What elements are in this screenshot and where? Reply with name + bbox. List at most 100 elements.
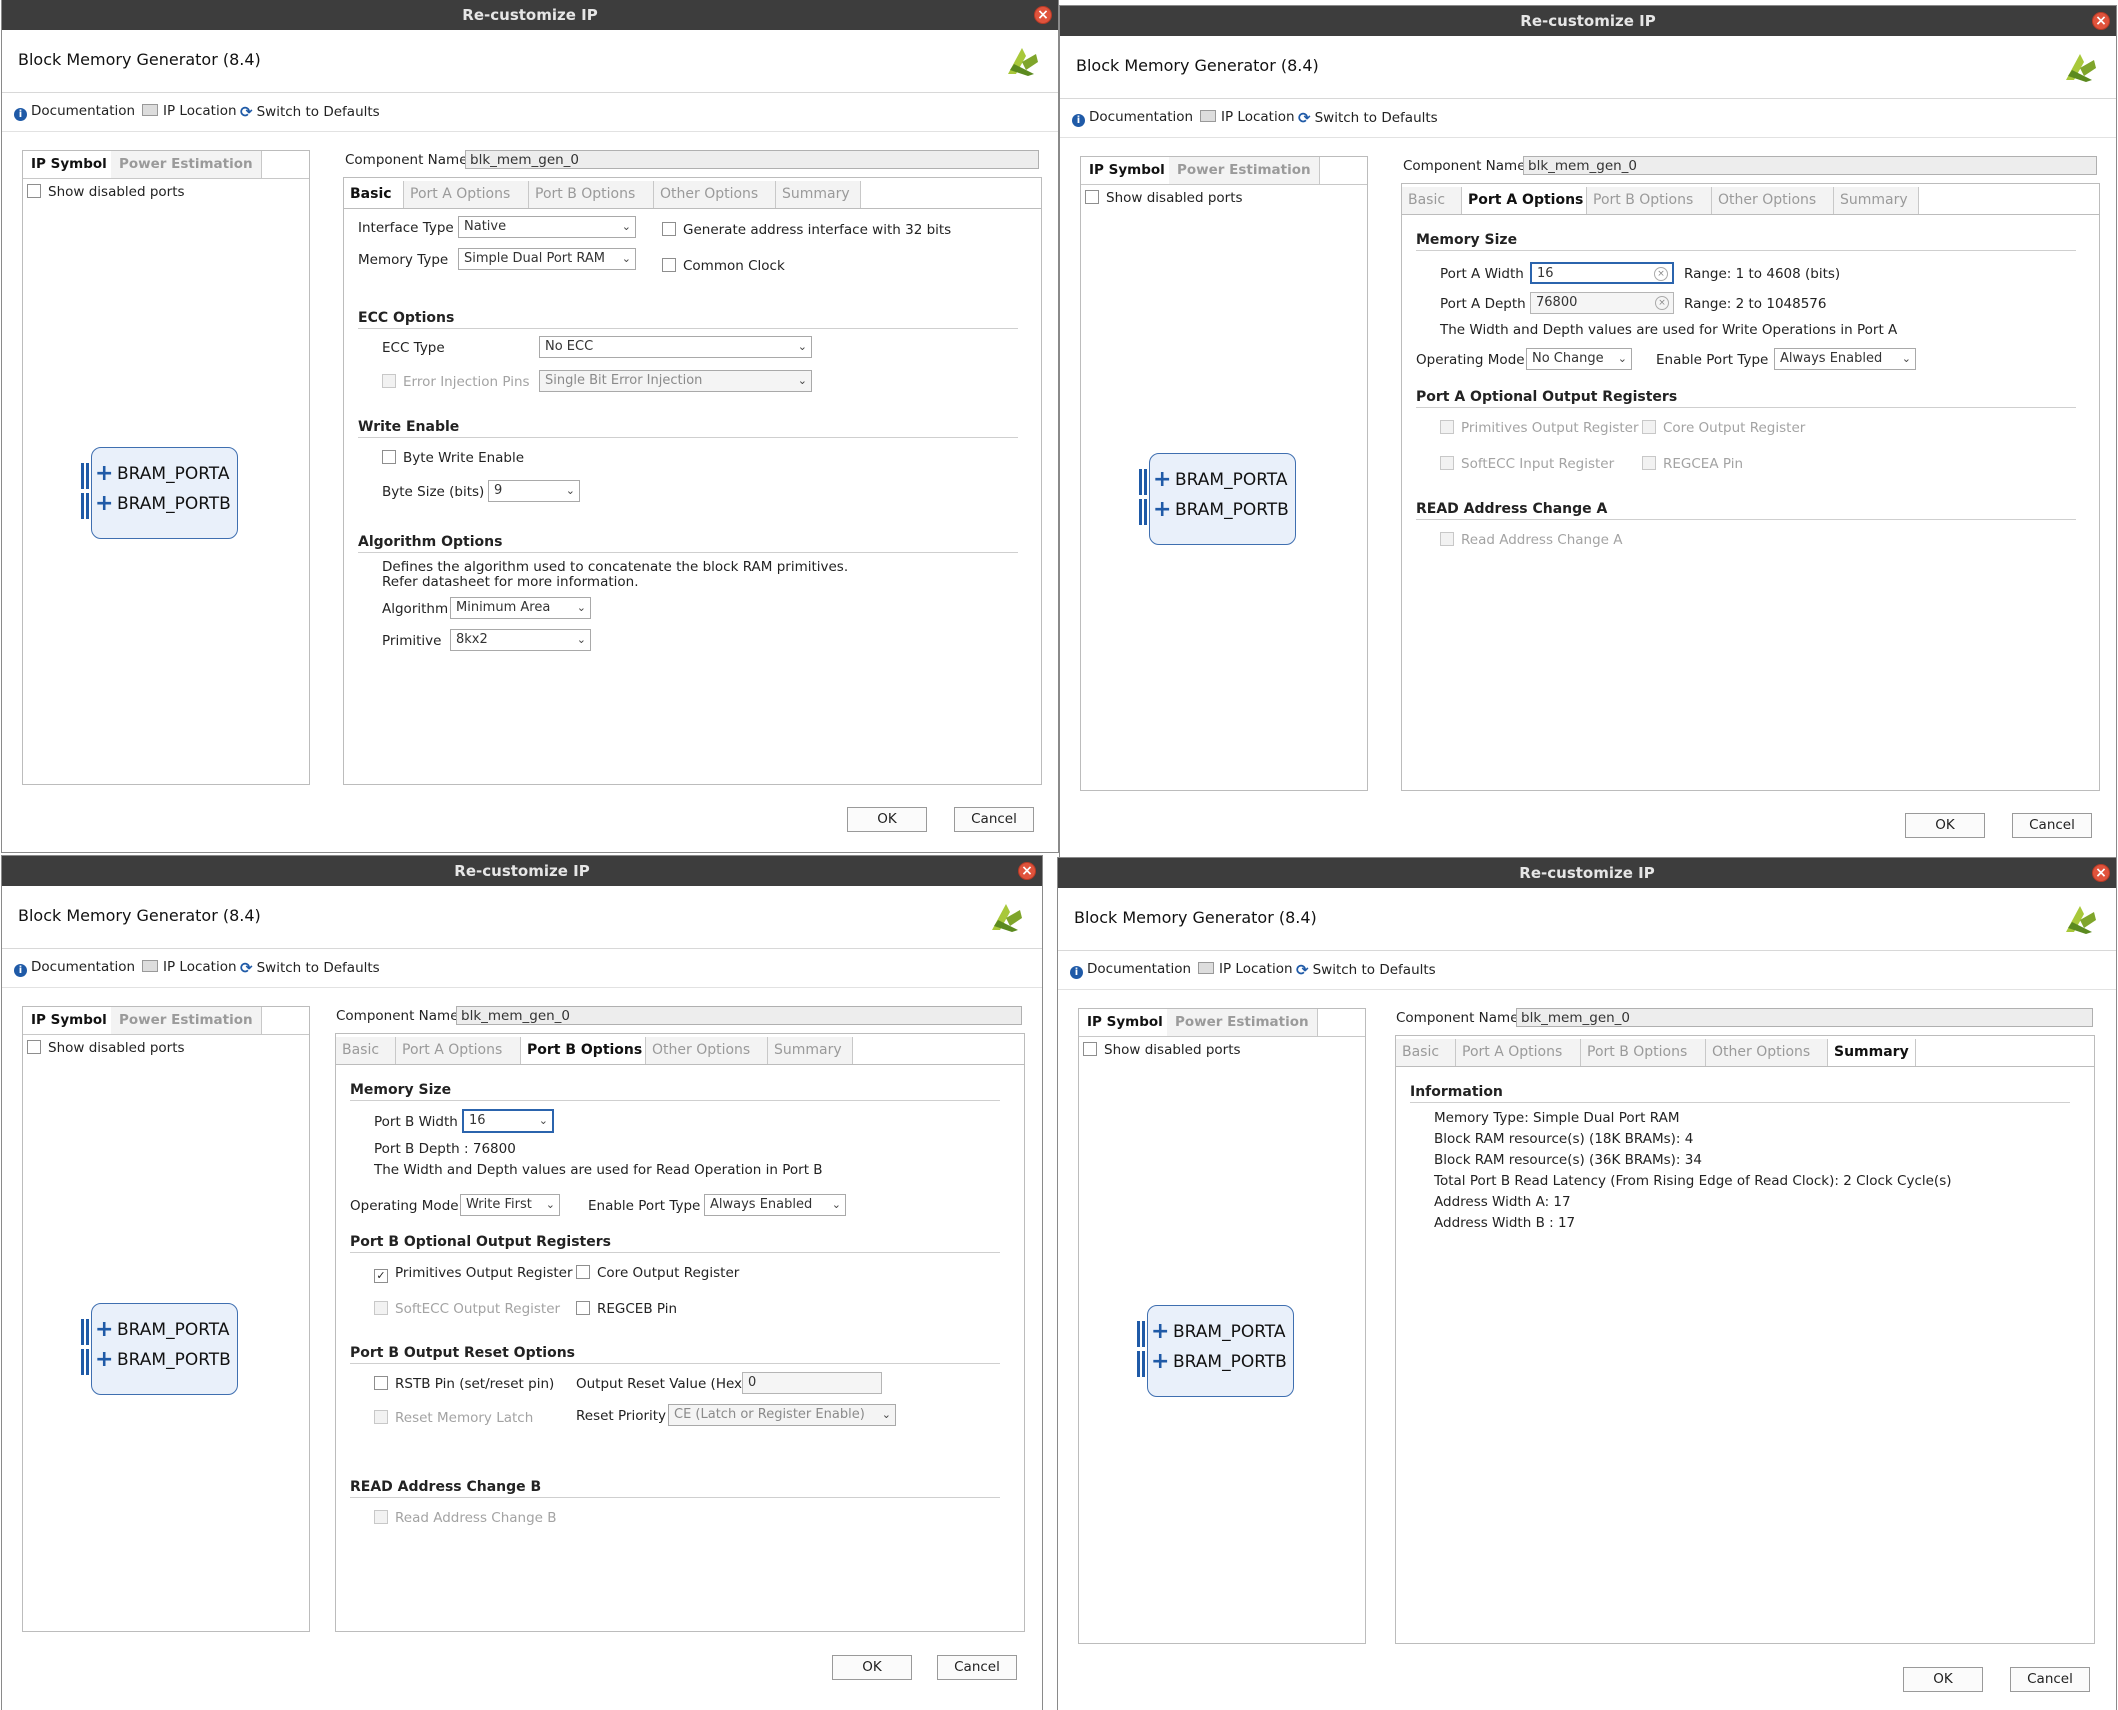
- checkbox-box[interactable]: [374, 1376, 388, 1390]
- show-disabled-ports-checkbox[interactable]: Show disabled ports: [27, 184, 185, 200]
- enable-port-type-select[interactable]: Always Enabled ⌄: [1774, 348, 1916, 370]
- checkbox-box[interactable]: [1440, 456, 1454, 470]
- cancel-button[interactable]: Cancel: [954, 807, 1034, 832]
- ip-location-button[interactable]: IP Location: [142, 103, 237, 119]
- tab-basic[interactable]: Basic: [1396, 1039, 1456, 1066]
- reset-priority-select[interactable]: CE (Latch or Register Enable) ⌄: [668, 1404, 896, 1426]
- port-a-width-input[interactable]: 16 ×: [1530, 262, 1674, 284]
- switch-defaults-button[interactable]: ⟳ Switch to Defaults: [1298, 109, 1438, 127]
- common-clock-checkbox[interactable]: Common Clock: [662, 258, 785, 274]
- show-disabled-ports-checkbox[interactable]: Show disabled ports: [27, 1040, 185, 1056]
- memory-type-select[interactable]: Simple Dual Port RAM ⌄: [458, 248, 636, 270]
- tab-port-a-options[interactable]: Port A Options: [1456, 1039, 1581, 1066]
- byte-write-enable-checkbox[interactable]: Byte Write Enable: [382, 450, 524, 466]
- byte-size-select[interactable]: 9 ⌄: [488, 480, 580, 502]
- primitive-select[interactable]: 8kx2 ⌄: [450, 629, 591, 651]
- softecc-output-register-checkbox[interactable]: SoftECC Output Register: [374, 1301, 560, 1317]
- tab-power-estimation[interactable]: Power Estimation: [111, 1007, 262, 1034]
- checkbox-box[interactable]: [576, 1301, 590, 1315]
- ip-location-button[interactable]: IP Location: [142, 959, 237, 975]
- checkbox-box[interactable]: [374, 1510, 388, 1524]
- show-disabled-ports-checkbox[interactable]: Show disabled ports: [1083, 1042, 1241, 1058]
- checkbox-checked-icon[interactable]: ✓: [374, 1269, 388, 1283]
- checkbox-box[interactable]: [1085, 190, 1099, 204]
- reset-memory-latch-checkbox[interactable]: Reset Memory Latch: [374, 1410, 533, 1426]
- ok-button[interactable]: OK: [1903, 1667, 1983, 1692]
- checkbox-box[interactable]: [576, 1265, 590, 1279]
- switch-defaults-button[interactable]: ⟳ Switch to Defaults: [1296, 961, 1436, 979]
- softecc-input-register-checkbox[interactable]: SoftECC Input Register: [1440, 456, 1614, 472]
- port-b-width-select[interactable]: 16 ⌄: [462, 1109, 554, 1133]
- tab-port-a-options[interactable]: Port A Options: [404, 181, 529, 208]
- switch-defaults-button[interactable]: ⟳ Switch to Defaults: [240, 959, 380, 977]
- operating-mode-select[interactable]: Write First ⌄: [460, 1194, 560, 1216]
- checkbox-box[interactable]: [1642, 420, 1656, 434]
- algorithm-select[interactable]: Minimum Area ⌄: [450, 597, 591, 619]
- tab-power-estimation[interactable]: Power Estimation: [111, 151, 262, 178]
- tab-power-estimation[interactable]: Power Estimation: [1169, 157, 1320, 184]
- clear-icon[interactable]: ×: [1655, 296, 1669, 310]
- checkbox-box[interactable]: [1642, 456, 1656, 470]
- cancel-button[interactable]: Cancel: [2010, 1667, 2090, 1692]
- close-icon[interactable]: ×: [2092, 864, 2110, 882]
- expand-porta-icon[interactable]: +: [1151, 1319, 1169, 1344]
- core-output-register-checkbox[interactable]: Core Output Register: [576, 1265, 739, 1281]
- tab-other-options[interactable]: Other Options: [1706, 1039, 1828, 1066]
- expand-portb-icon[interactable]: +: [1153, 497, 1171, 522]
- switch-defaults-button[interactable]: ⟳ Switch to Defaults: [240, 103, 380, 121]
- tab-other-options[interactable]: Other Options: [654, 181, 776, 208]
- operating-mode-select[interactable]: No Change ⌄: [1526, 348, 1632, 370]
- tab-ip-symbol[interactable]: IP Symbol: [1081, 157, 1174, 184]
- documentation-button[interactable]: i Documentation: [1072, 109, 1193, 127]
- tab-port-b-options[interactable]: Port B Options: [529, 181, 654, 208]
- expand-porta-icon[interactable]: +: [95, 1317, 113, 1342]
- tab-port-a-options[interactable]: Port A Options: [1462, 187, 1587, 214]
- ip-location-button[interactable]: IP Location: [1198, 961, 1293, 977]
- checkbox-box[interactable]: [382, 374, 396, 388]
- checkbox-box[interactable]: [1083, 1042, 1097, 1056]
- error-injection-checkbox[interactable]: Error Injection Pins: [382, 374, 530, 390]
- rstb-pin-checkbox[interactable]: RSTB Pin (set/reset pin): [374, 1376, 554, 1392]
- tab-port-b-options[interactable]: Port B Options: [521, 1037, 646, 1064]
- ok-button[interactable]: OK: [832, 1655, 912, 1680]
- tab-basic[interactable]: Basic: [344, 181, 404, 208]
- error-injection-select[interactable]: Single Bit Error Injection ⌄: [539, 370, 812, 392]
- clear-icon[interactable]: ×: [1654, 267, 1668, 281]
- expand-portb-icon[interactable]: +: [95, 1347, 113, 1372]
- read-address-change-checkbox[interactable]: Read Address Change A: [1440, 532, 1622, 548]
- tab-summary[interactable]: Summary: [1834, 187, 1919, 214]
- interface-type-select[interactable]: Native ⌄: [458, 216, 636, 238]
- close-icon[interactable]: ×: [1034, 6, 1052, 24]
- checkbox-box[interactable]: [662, 258, 676, 272]
- component-name-input[interactable]: blk_mem_gen_0: [1523, 156, 2097, 175]
- tab-basic[interactable]: Basic: [336, 1037, 396, 1064]
- tab-ip-symbol[interactable]: IP Symbol: [23, 1007, 116, 1034]
- tab-summary[interactable]: Summary: [776, 181, 861, 208]
- expand-portb-icon[interactable]: +: [1151, 1349, 1169, 1374]
- checkbox-box[interactable]: [1440, 420, 1454, 434]
- tab-ip-symbol[interactable]: IP Symbol: [23, 151, 116, 178]
- checkbox-box[interactable]: [1440, 532, 1454, 546]
- tab-other-options[interactable]: Other Options: [1712, 187, 1834, 214]
- ip-location-button[interactable]: IP Location: [1200, 109, 1295, 125]
- close-icon[interactable]: ×: [2092, 12, 2110, 30]
- ok-button[interactable]: OK: [1905, 813, 1985, 838]
- primitives-output-register-checkbox[interactable]: Primitives Output Register: [1440, 420, 1639, 436]
- cancel-button[interactable]: Cancel: [937, 1655, 1017, 1680]
- component-name-input[interactable]: blk_mem_gen_0: [456, 1006, 1022, 1025]
- tab-port-b-options[interactable]: Port B Options: [1581, 1039, 1706, 1066]
- port-a-depth-input[interactable]: 76800 ×: [1530, 292, 1674, 314]
- checkbox-box[interactable]: [662, 222, 676, 236]
- read-address-change-checkbox[interactable]: Read Address Change B: [374, 1510, 557, 1526]
- core-output-register-checkbox[interactable]: Core Output Register: [1642, 420, 1805, 436]
- expand-porta-icon[interactable]: +: [95, 461, 113, 486]
- component-name-input[interactable]: blk_mem_gen_0: [465, 150, 1039, 169]
- tab-power-estimation[interactable]: Power Estimation: [1167, 1009, 1318, 1036]
- expand-portb-icon[interactable]: +: [95, 491, 113, 516]
- checkbox-box[interactable]: [374, 1301, 388, 1315]
- tab-summary[interactable]: Summary: [768, 1037, 853, 1064]
- checkbox-box[interactable]: [27, 184, 41, 198]
- tab-port-b-options[interactable]: Port B Options: [1587, 187, 1712, 214]
- ok-button[interactable]: OK: [847, 807, 927, 832]
- checkbox-box[interactable]: [27, 1040, 41, 1054]
